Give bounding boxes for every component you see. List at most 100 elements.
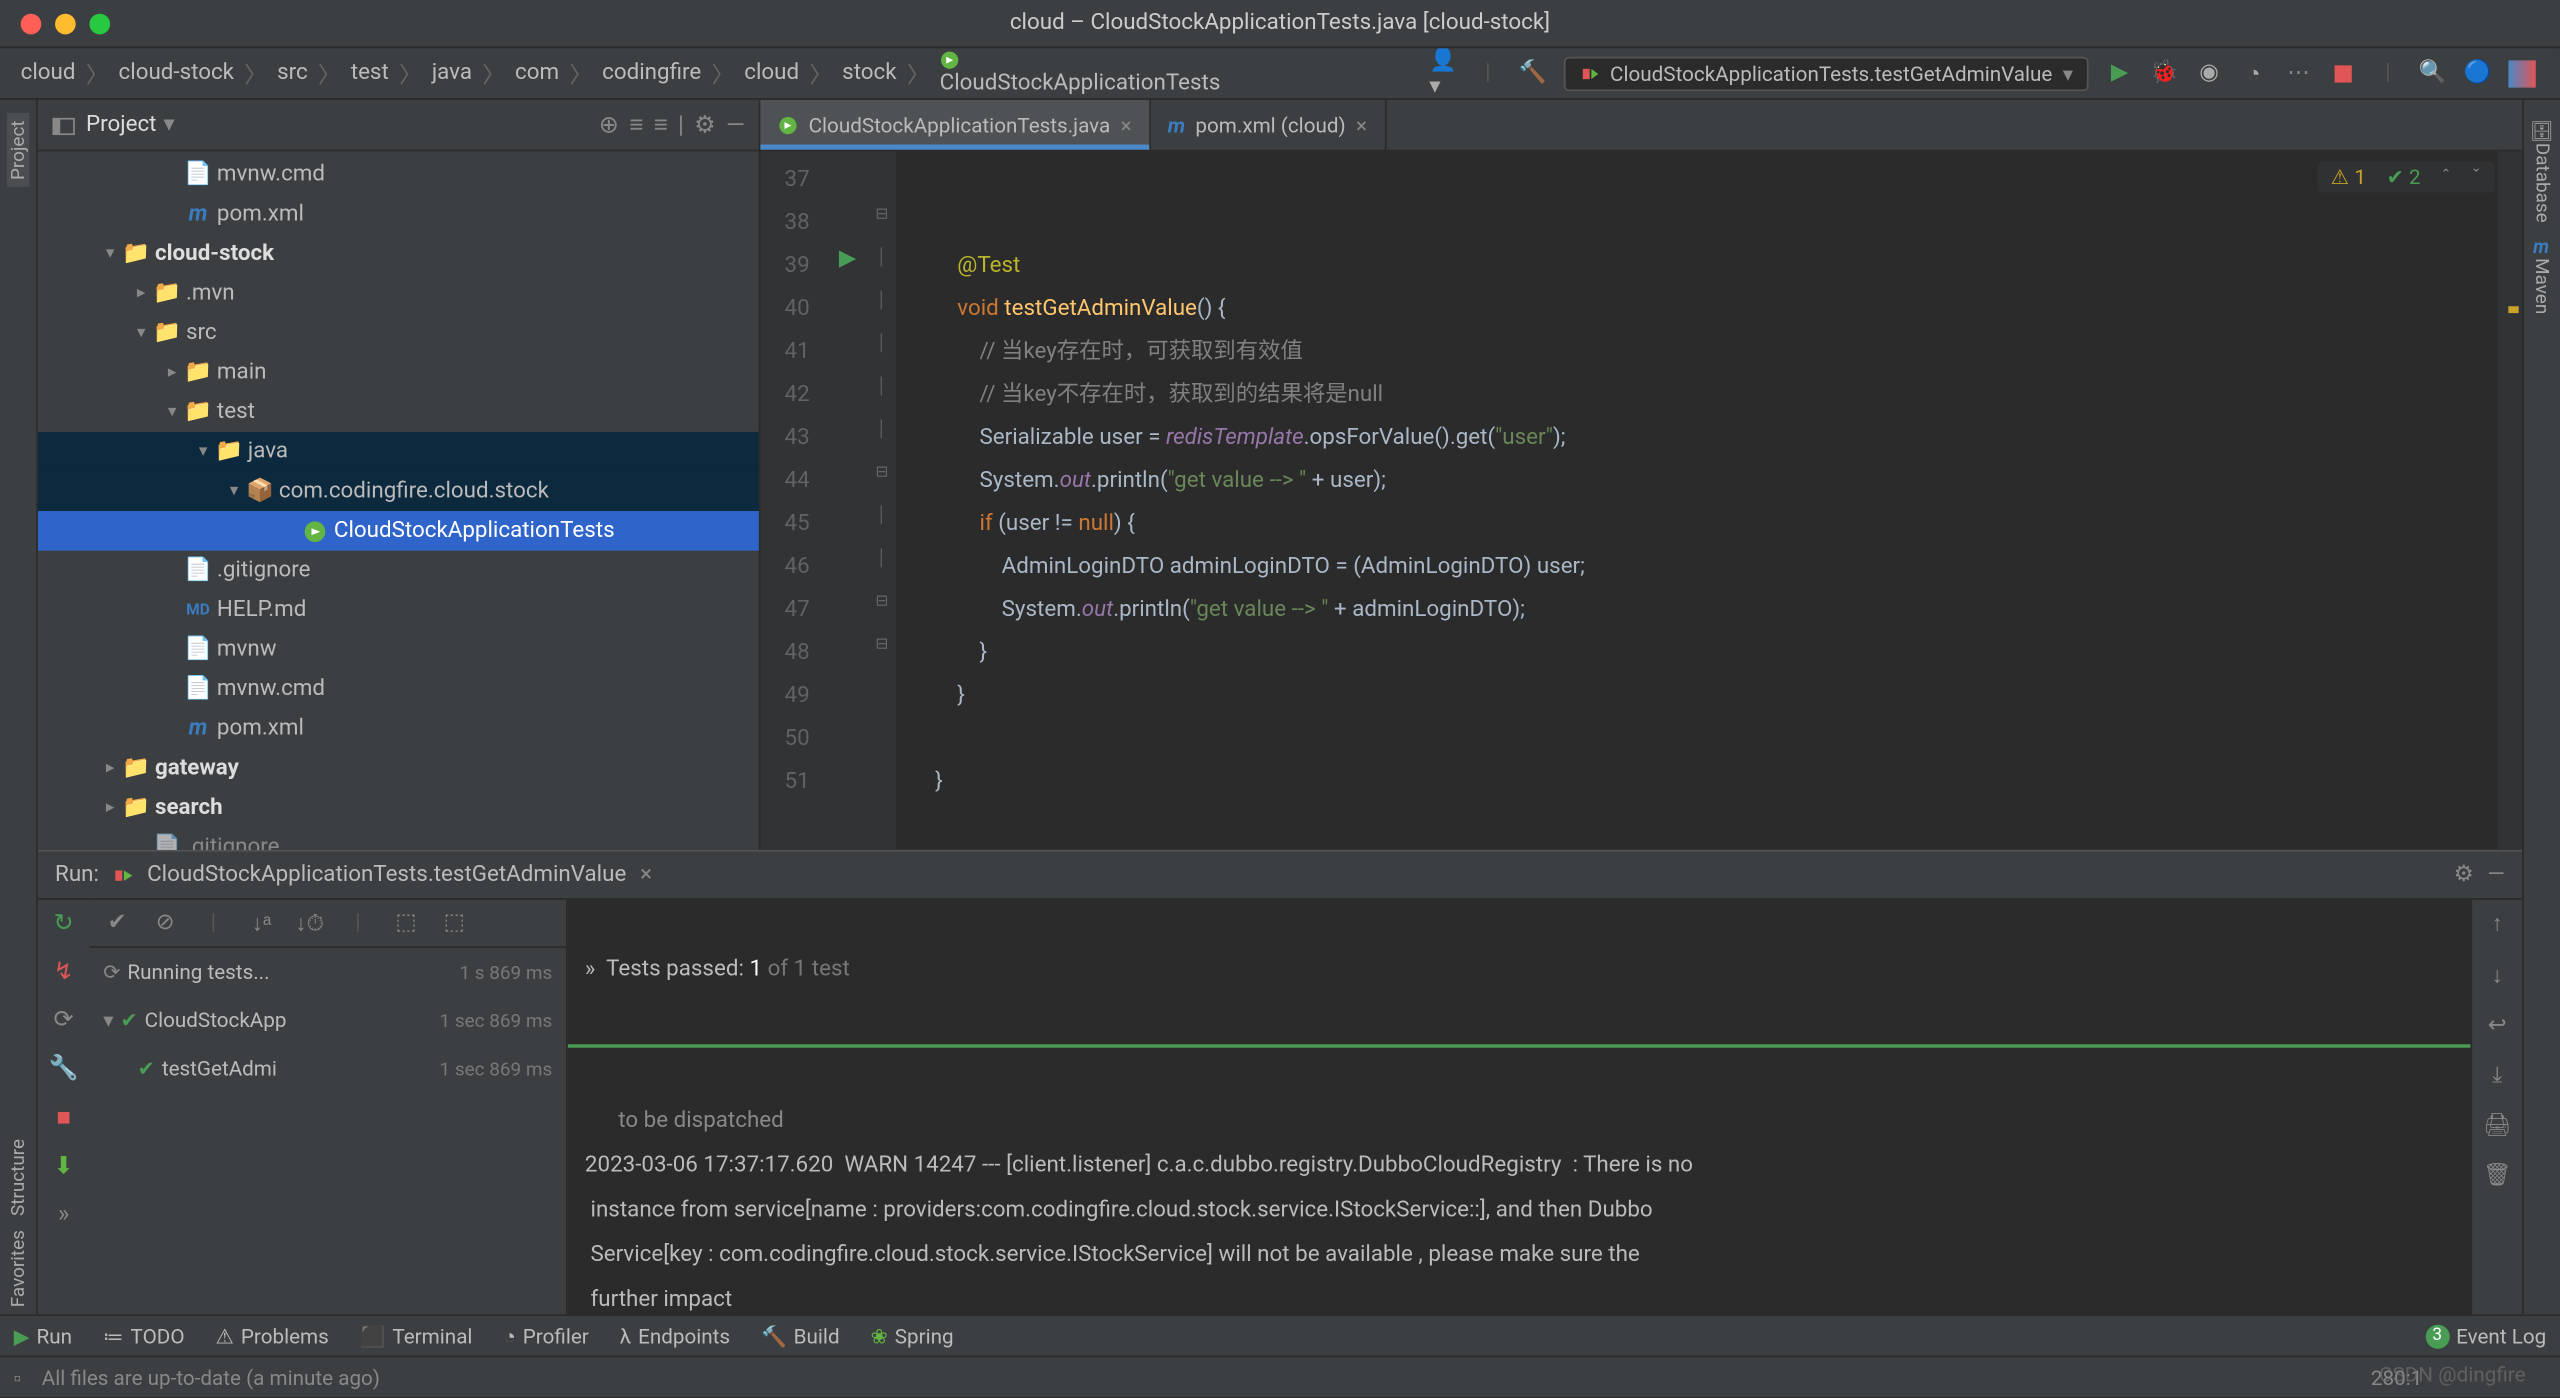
show-passed-icon[interactable]: ✔ (100, 906, 134, 940)
close-tab-icon[interactable]: × (640, 862, 652, 888)
run-line-icon[interactable]: ▶ (839, 246, 856, 272)
project-tool-window: Project ▾ ⊕ ≡ ≡ | ⚙ — 📄mvnw.cmd mpom.xml… (38, 100, 761, 850)
code-text[interactable]: @Test void testGetAdminValue() { // 当key… (896, 151, 2498, 849)
settings-icon[interactable]: ⚙ (694, 111, 716, 139)
breadcrumb-item[interactable]: test (344, 57, 396, 90)
tree-folder: ▾📁test (38, 392, 759, 432)
print-icon[interactable]: 🖨 (2483, 1113, 2511, 1139)
favorites-tab[interactable]: Favorites (7, 1223, 29, 1314)
close-window-icon[interactable] (21, 13, 42, 34)
maven-tab[interactable]: mMaven (2531, 230, 2553, 322)
run-side-toolbar: ↻ ↯ ⟳ 🔧 ■ ⬇ » (38, 900, 90, 1315)
hide-icon[interactable]: — (2487, 862, 2504, 888)
fold-column[interactable]: ⊟│││││⊟││⊟⊟ (868, 151, 896, 849)
debug-button-icon[interactable]: 🐞 (2151, 59, 2179, 87)
tree-file: 📄mvnw.cmd (38, 155, 759, 195)
run-tab[interactable]: ▶Run (14, 1324, 72, 1348)
editor-tab[interactable]: m pom.xml (cloud) × (1151, 100, 1386, 150)
sort-icon[interactable]: ↓ᵃ (244, 906, 278, 940)
sync-icon[interactable]: 🔵 (2464, 59, 2492, 87)
ide-icon[interactable] (2508, 59, 2536, 87)
project-tab[interactable]: Project (7, 114, 29, 187)
breadcrumb-item[interactable]: java (425, 57, 479, 90)
settings-icon[interactable]: ⚙ (2454, 862, 2474, 888)
stop-button-icon[interactable] (2329, 59, 2357, 87)
collapse-all-icon[interactable]: ≡ (654, 110, 668, 139)
divider: | (1474, 59, 1502, 87)
status-icon[interactable]: ▫ (14, 1365, 21, 1389)
locate-icon[interactable]: ⊕ (599, 111, 619, 139)
console-toolbar: ↑ ↓ ↩ ⤓ 🖨 🗑 (2470, 900, 2522, 1315)
soft-wrap-icon[interactable]: ↩ (2488, 1013, 2507, 1039)
attach-icon[interactable]: ⋯ (2285, 59, 2313, 87)
collapse-icon[interactable]: ⬚ (437, 906, 471, 940)
breadcrumb-item[interactable]: cloud (737, 57, 806, 90)
database-tab[interactable]: 🗄Database (2530, 114, 2554, 230)
test-progress-row[interactable]: ⟳ Running tests... 1 s 869 ms (89, 948, 566, 996)
maximize-window-icon[interactable] (89, 13, 110, 34)
window-title: cloud – CloudStockApplicationTests.java … (1010, 10, 1550, 36)
tree-file: MDHELP.md (38, 590, 759, 630)
project-view-icon (52, 113, 76, 137)
breadcrumb-item[interactable]: stock (835, 57, 903, 90)
search-icon[interactable]: 🔍 (2419, 59, 2447, 87)
breadcrumb-item[interactable]: com (508, 57, 566, 90)
breadcrumb-item[interactable]: cloud (14, 57, 83, 90)
console-output[interactable]: » Tests passed: 1 of 1 test to be dispat… (568, 900, 2471, 1315)
gutter[interactable]: ▶ (827, 151, 868, 849)
wrench-icon[interactable]: 🔧 (49, 1055, 79, 1083)
stop-icon[interactable]: ■ (56, 1103, 71, 1132)
toggle-auto-icon[interactable]: ⟳ (54, 1006, 74, 1034)
coverage-icon[interactable]: ◉ (2195, 59, 2223, 87)
todo-tab[interactable]: ≔TODO (103, 1324, 185, 1348)
endpoints-tab[interactable]: λEndpoints (620, 1324, 730, 1348)
inspection-widget[interactable]: ⚠ 1 ✔ 2 ˆˇ (2317, 162, 2495, 193)
project-tree[interactable]: 📄mvnw.cmd mpom.xml ▾📁cloud-stock ▸📁.mvn … (38, 151, 759, 849)
problems-tab[interactable]: ⚠Problems (216, 1324, 329, 1348)
dump-icon[interactable]: ⬇ (54, 1153, 74, 1181)
tree-module: ▾📁cloud-stock (38, 234, 759, 274)
more-icon[interactable]: » (58, 1201, 69, 1229)
build-hammer-icon[interactable]: 🔨 (1519, 59, 1547, 87)
expand-all-icon[interactable]: ≡ (629, 110, 643, 139)
structure-tab[interactable]: Structure (7, 1133, 29, 1224)
breadcrumb-item[interactable]: codingfire (595, 57, 708, 90)
profile-icon[interactable]: ◔ (2240, 59, 2268, 87)
editor-tab-active[interactable]: CloudStockApplicationTests.java × (760, 100, 1150, 150)
expand-icon[interactable]: ⬚ (389, 906, 423, 940)
title-bar: cloud – CloudStockApplicationTests.java … (0, 0, 2560, 48)
warning-mark-icon[interactable] (2508, 306, 2518, 313)
rerun-failed-icon[interactable]: ↯ (54, 958, 74, 986)
event-log-tab[interactable]: 3Event Log (2425, 1324, 2546, 1348)
scroll-to-end-icon[interactable]: ⤓ (2492, 1063, 2502, 1089)
rerun-icon[interactable]: ↻ (54, 910, 74, 938)
scroll-down-icon[interactable]: ↓ (2492, 962, 2503, 990)
right-tool-stripe: 🗄Database mMaven (2522, 100, 2560, 1315)
breadcrumb-item[interactable]: src (270, 57, 314, 90)
close-tab-icon[interactable]: × (1356, 113, 1367, 137)
breadcrumb-item[interactable]: cloud-stock (112, 57, 241, 90)
tree-class-selected: CloudStockApplicationTests (38, 511, 759, 551)
minimize-window-icon[interactable] (55, 13, 76, 34)
close-tab-icon[interactable]: × (1121, 113, 1132, 137)
user-icon[interactable]: 👤▾ (1429, 59, 1457, 87)
tree-file: 📄.gitignore (38, 828, 759, 850)
show-ignored-icon[interactable]: ⊘ (148, 906, 182, 940)
breadcrumb-item[interactable]: CloudStockApplicationTests (933, 46, 1227, 99)
hide-icon[interactable]: — (726, 111, 745, 139)
build-tab[interactable]: 🔨Build (761, 1324, 840, 1348)
divider: | (678, 111, 684, 139)
run-configuration-selector[interactable]: CloudStockApplicationTests.testGetAdminV… (1564, 56, 2089, 90)
profiler-tab[interactable]: ◔Profiler (503, 1324, 588, 1348)
terminal-tab[interactable]: ⬛Terminal (360, 1324, 473, 1348)
test-method-row[interactable]: ✔ testGetAdmi 1 sec 869 ms (89, 1044, 566, 1092)
test-class-row[interactable]: ▾ ✔ CloudStockApp 1 sec 869 ms (89, 996, 566, 1044)
code-editor[interactable]: ⚠ 1 ✔ 2 ˆˇ 37383940414243444546474849505… (760, 151, 2522, 849)
spring-tab[interactable]: ❀Spring (871, 1324, 954, 1348)
java-test-icon (778, 114, 799, 135)
editor-scrollbar[interactable] (2498, 151, 2522, 849)
clear-icon[interactable]: 🗑 (2483, 1163, 2511, 1189)
scroll-up-icon[interactable]: ↑ (2492, 910, 2503, 938)
sort-duration-icon[interactable]: ↓⏱ (292, 906, 326, 940)
run-button-icon[interactable]: ▶ (2106, 59, 2134, 87)
